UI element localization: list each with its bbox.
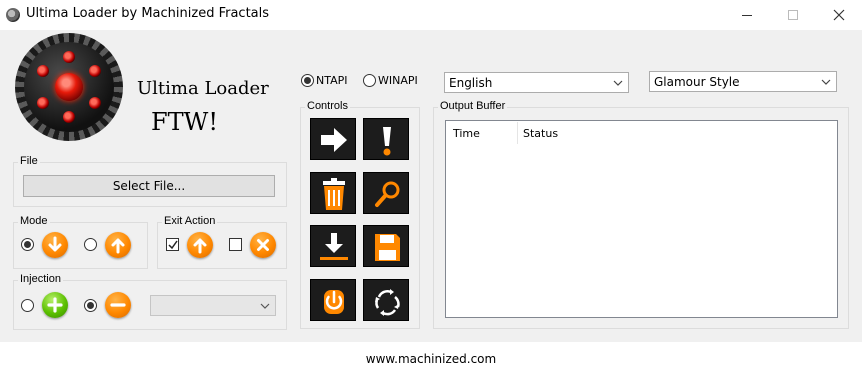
- chevron-down-icon: [613, 80, 623, 86]
- save-button[interactable]: [363, 225, 409, 267]
- injection-group-label: Injection: [18, 273, 63, 285]
- arrow-right-icon: [321, 128, 347, 152]
- logo-core: [55, 73, 83, 101]
- controls-group-label: Controls: [305, 100, 350, 112]
- close-icon: [250, 232, 276, 258]
- output-list[interactable]: Time Status: [445, 120, 838, 318]
- maximize-icon: [788, 10, 798, 20]
- footer: www.machinized.com: [0, 342, 862, 372]
- style-value: Glamour Style: [654, 74, 740, 89]
- footer-url[interactable]: www.machinized.com: [366, 352, 496, 366]
- maximize-button[interactable]: [770, 0, 816, 30]
- trash-icon: [323, 178, 345, 210]
- arrow-down-icon: [42, 232, 68, 258]
- logo-dot: [89, 97, 101, 109]
- winapi-label: WINAPI: [378, 74, 418, 87]
- brand-subtitle: FTW!: [151, 108, 218, 136]
- minus-icon: [105, 292, 131, 318]
- minimize-icon: [742, 14, 752, 16]
- mode-inject-radio[interactable]: [21, 238, 34, 251]
- refresh-icon: [375, 289, 400, 316]
- power-button[interactable]: [310, 279, 356, 321]
- logo: [15, 33, 123, 141]
- download-icon: [320, 233, 348, 260]
- injection-remove-radio[interactable]: [84, 299, 97, 312]
- select-file-button[interactable]: Select File...: [23, 175, 275, 197]
- column-divider[interactable]: [517, 122, 518, 144]
- save-icon: [375, 234, 400, 261]
- language-select[interactable]: English: [444, 72, 629, 93]
- logo-dot: [63, 51, 75, 63]
- style-select[interactable]: Glamour Style: [649, 71, 837, 92]
- exit-close-checkbox[interactable]: [229, 238, 242, 251]
- inject-button[interactable]: [310, 118, 356, 160]
- logo-dot: [37, 65, 49, 77]
- alert-button[interactable]: [363, 118, 409, 160]
- output-buffer-label: Output Buffer: [438, 100, 508, 112]
- arrow-up-icon: [105, 232, 131, 258]
- close-icon: [833, 9, 845, 21]
- close-window-button[interactable]: [816, 0, 862, 30]
- arrow-up-icon: [187, 232, 213, 258]
- injection-add-radio[interactable]: [21, 299, 34, 312]
- mode-eject-radio[interactable]: [84, 238, 97, 251]
- exit-action-group-label: Exit Action: [162, 215, 218, 227]
- checkmark-icon: [168, 240, 178, 250]
- language-value: English: [449, 75, 493, 90]
- refresh-button[interactable]: [363, 279, 409, 321]
- ntapi-label: NTAPI: [316, 74, 348, 87]
- exit-keep-checkbox[interactable]: [166, 238, 179, 251]
- title-bar: Ultima Loader by Machinized Fractals: [0, 0, 862, 30]
- download-button[interactable]: [310, 225, 356, 267]
- winapi-radio[interactable]: [363, 74, 376, 87]
- search-button[interactable]: [363, 172, 409, 214]
- ntapi-radio[interactable]: [301, 74, 314, 87]
- column-header-time[interactable]: Time: [453, 127, 480, 140]
- mode-group-label: Mode: [18, 215, 50, 227]
- chevron-down-icon: [260, 303, 270, 309]
- chevron-down-icon: [821, 79, 831, 85]
- minimize-button[interactable]: [724, 0, 770, 30]
- delete-button[interactable]: [310, 172, 356, 214]
- column-header-status[interactable]: Status: [523, 127, 558, 140]
- client-area: Ultima Loader FTW! NTAPI WINAPI English …: [0, 30, 862, 342]
- logo-dot: [63, 111, 75, 123]
- search-icon: [375, 181, 400, 207]
- process-select[interactable]: [150, 295, 276, 316]
- plus-icon: [42, 292, 68, 318]
- app-icon: [6, 8, 20, 22]
- file-group-label: File: [18, 155, 40, 167]
- logo-dot: [89, 65, 101, 77]
- window-title: Ultima Loader by Machinized Fractals: [26, 6, 270, 21]
- brand-title: Ultima Loader: [137, 78, 269, 99]
- logo-dot: [37, 97, 49, 109]
- exclamation-icon: [383, 127, 391, 156]
- power-icon: [324, 290, 344, 314]
